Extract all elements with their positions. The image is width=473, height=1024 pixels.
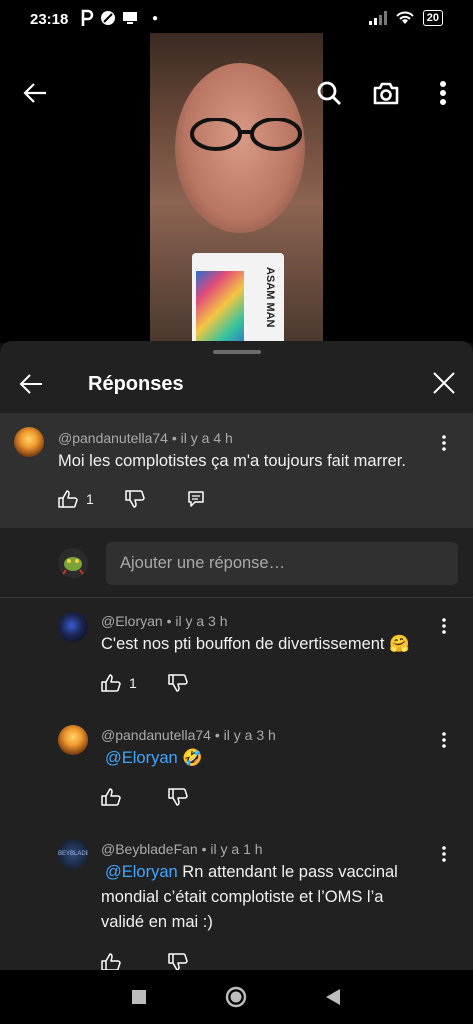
recents-button[interactable]	[127, 985, 151, 1009]
kebab-menu-icon	[442, 732, 446, 748]
comment-menu-button[interactable]	[434, 844, 454, 864]
triangle-back-icon	[326, 989, 340, 1005]
sheet-header: Réponses	[0, 359, 473, 413]
mug-text: ASAM MAN	[264, 267, 276, 328]
replies-sheet: Réponses @pandanutella74 • il y a 4 h Mo…	[0, 341, 473, 970]
more-options-button[interactable]	[428, 78, 458, 108]
avatar[interactable]	[58, 725, 88, 755]
avatar[interactable]	[58, 612, 88, 642]
like-button[interactable]	[101, 953, 121, 970]
thumbs-up-icon	[101, 674, 121, 692]
mention-link[interactable]: @Eloryan	[105, 863, 178, 881]
home-button[interactable]	[224, 985, 248, 1009]
kebab-menu-icon	[440, 81, 446, 105]
comment-text: C'est nos pti bouffon de divertissement …	[101, 635, 410, 653]
like-count: 1	[129, 675, 137, 691]
comment-line: @Eloryan Rn attendant le pass vaccinal	[105, 863, 398, 881]
like-count: 1	[86, 491, 94, 507]
avatar[interactable]: BEYBLADE FAN	[58, 839, 88, 869]
camera-button[interactable]	[371, 78, 401, 108]
desktop-icon	[123, 12, 137, 24]
comment-meta: @BeybladeFan • il y a 1 h	[101, 841, 263, 857]
parent-comment: @pandanutella74 • il y a 4 h Moi les com…	[0, 413, 473, 528]
comment-age: il y a 4 h	[180, 430, 233, 446]
video-glasses-shape	[190, 118, 302, 151]
gecko-icon	[62, 557, 84, 575]
more-notifications-dot: ●	[152, 12, 159, 24]
mention-link[interactable]: @Eloryan	[105, 749, 178, 767]
camera-icon	[373, 82, 399, 105]
comment-text: Moi les complotistes ça m'a toujours fai…	[58, 452, 406, 470]
comment-author[interactable]: @BeybladeFan	[101, 841, 198, 857]
comment-menu-button[interactable]	[434, 433, 454, 453]
wifi-icon	[396, 11, 414, 24]
comment-emoji: 🤣	[182, 749, 203, 767]
thumbs-down-icon	[168, 674, 188, 692]
add-reply-row: Ajouter une réponse…	[0, 528, 473, 598]
comment-age: il y a 3 h	[223, 727, 276, 743]
kebab-menu-icon	[442, 846, 446, 862]
comment-line: mondial c’était complotiste et l’OMS l’a	[101, 888, 384, 906]
back-button[interactable]	[20, 78, 50, 108]
dislike-button[interactable]	[168, 674, 188, 692]
thumbs-up-icon	[101, 953, 121, 970]
like-button[interactable]	[101, 788, 121, 806]
reply-input[interactable]: Ajouter une réponse…	[106, 542, 458, 585]
comment-menu-button[interactable]	[434, 616, 454, 636]
comment-age: il y a 3 h	[175, 613, 228, 629]
comment-age: il y a 1 h	[210, 841, 263, 857]
avatar[interactable]	[14, 427, 44, 457]
battery-indicator: 20	[422, 10, 443, 26]
kebab-menu-icon	[442, 435, 446, 451]
comment-author[interactable]: @pandanutella74	[58, 430, 168, 446]
divider	[0, 597, 473, 598]
search-button[interactable]	[314, 78, 344, 108]
comment-icon	[188, 491, 204, 507]
back-nav-button[interactable]	[321, 985, 345, 1009]
comment-author[interactable]: @pandanutella74	[101, 727, 211, 743]
arrow-left-icon	[19, 374, 42, 394]
dislike-button[interactable]	[168, 953, 188, 970]
signal-icon	[368, 11, 387, 25]
comment-menu-button[interactable]	[434, 730, 454, 750]
thumbs-up-icon	[101, 788, 121, 806]
close-icon	[433, 372, 455, 394]
dislike-button[interactable]	[125, 490, 145, 508]
status-time: 23:18	[30, 11, 69, 28]
own-avatar	[58, 548, 88, 578]
comment-meta: @pandanutella74 • il y a 3 h	[101, 727, 276, 743]
comment-meta: @pandanutella74 • il y a 4 h	[58, 430, 233, 446]
comment-text: @Eloryan Rn attendant le pass vaccinal m…	[101, 860, 431, 935]
video-mug-shape: ASAM MAN	[192, 253, 284, 343]
sheet-title: Réponses	[88, 373, 184, 395]
notification-icons: ●	[80, 9, 158, 27]
close-button[interactable]	[432, 371, 456, 395]
replies-back-button[interactable]	[18, 371, 44, 397]
like-button[interactable]: 1	[58, 490, 94, 508]
circle-icon	[225, 986, 247, 1008]
thumbs-down-icon	[125, 490, 145, 508]
no-entry-icon	[101, 11, 115, 25]
thumbs-down-icon	[168, 953, 188, 970]
system-nav-bar	[0, 970, 473, 1024]
dislike-button[interactable]	[168, 788, 188, 806]
comment-line: validé en mai :)	[101, 913, 213, 931]
search-icon	[317, 81, 341, 105]
p-icon	[81, 9, 94, 26]
reply-button[interactable]	[187, 490, 205, 508]
video-player[interactable]: ASAM MAN	[0, 33, 473, 343]
comment-text: @Eloryan 🤣	[101, 746, 203, 771]
video-thumbnail[interactable]: ASAM MAN	[150, 33, 323, 343]
comment-author[interactable]: @Eloryan	[101, 613, 163, 629]
kebab-menu-icon	[442, 618, 446, 634]
like-button[interactable]: 1	[101, 674, 137, 692]
comment-meta: @Eloryan • il y a 3 h	[101, 613, 228, 629]
avatar-text: BEYBLADE FAN	[58, 851, 88, 857]
arrow-left-icon	[23, 83, 46, 103]
system-icons: 20	[368, 10, 443, 26]
square-icon	[132, 990, 146, 1004]
thumbs-down-icon	[168, 788, 188, 806]
thumbs-up-icon	[58, 490, 78, 508]
drag-handle[interactable]	[213, 350, 261, 354]
